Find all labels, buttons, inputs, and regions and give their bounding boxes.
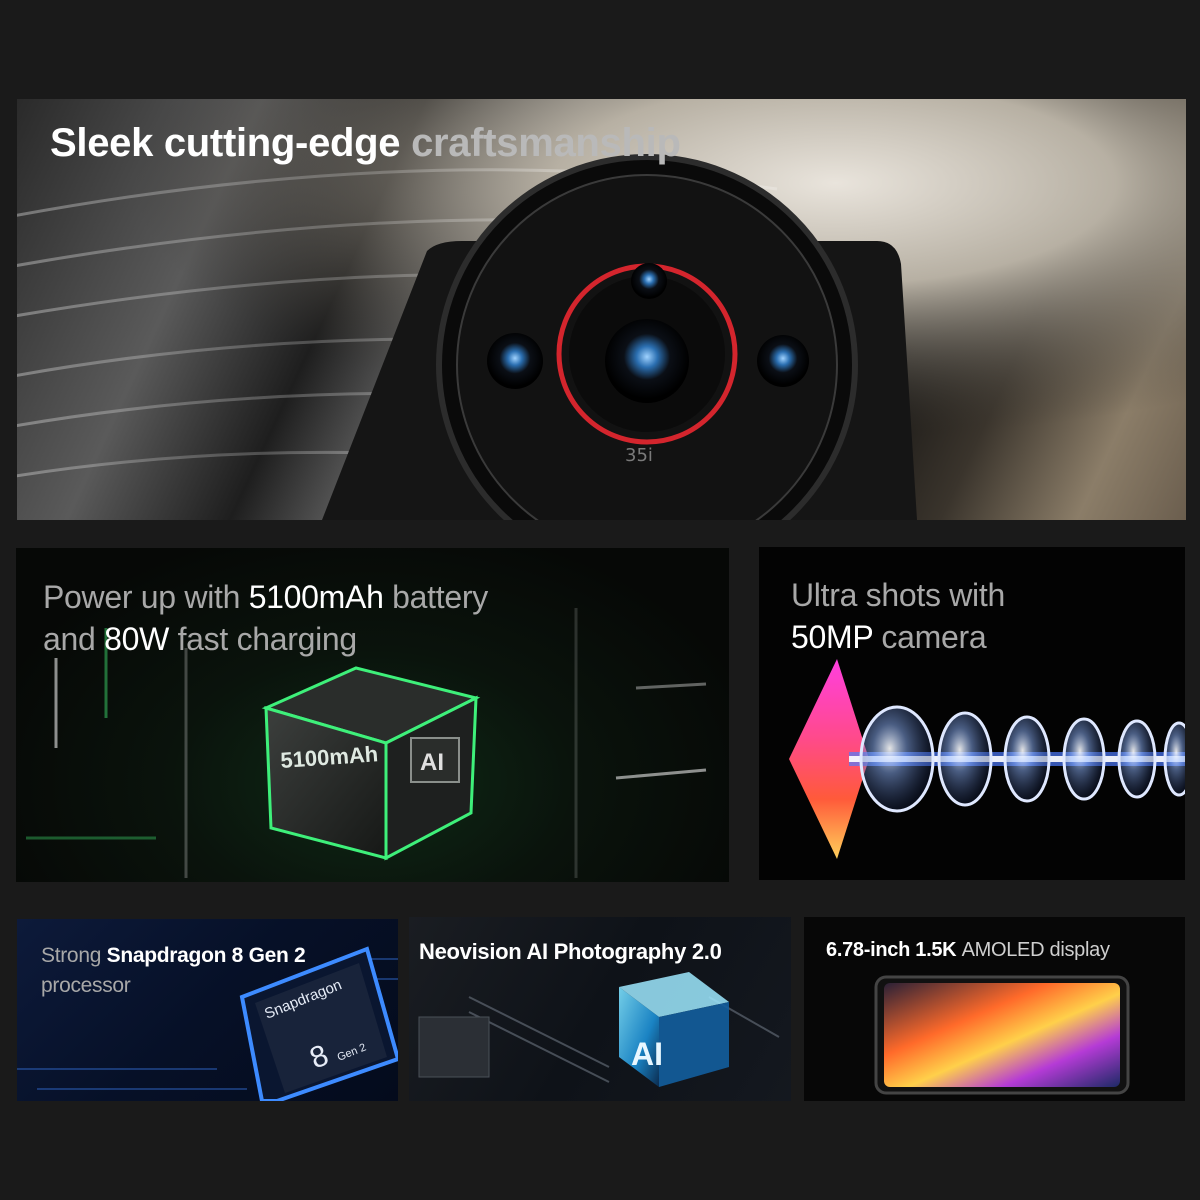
neovision-panel: AI Neovision AI Photography 2.0 [409, 917, 791, 1101]
processor-model: Snapdragon 8 Gen 2 [106, 944, 306, 967]
processor-title: Strong Snapdragon 8 Gen 2 processor [41, 941, 306, 1001]
battery-text: and [43, 621, 96, 657]
battery-capacity: 5100mAh [248, 579, 384, 615]
processor-text: processor [41, 974, 131, 997]
camera-text: camera [881, 619, 987, 655]
hero-title-dim: craftsmanship [411, 121, 681, 165]
battery-text: fast charging [177, 621, 358, 657]
battery-text: battery [392, 579, 488, 615]
hero-banner: 35i Sleek cutting-edge craftsmanship [17, 99, 1186, 520]
battery-text: Power up with [43, 579, 241, 615]
battery-panel: 5100mAh AI Power up with 5100mAh battery… [16, 548, 729, 882]
battery-chip-badge: AI [420, 749, 444, 776]
display-title: 6.78-inch 1.5K AMOLED display [826, 939, 1110, 962]
display-panel: 6.78-inch 1.5K AMOLED display [804, 917, 1185, 1101]
charging-wattage: 80W [104, 621, 169, 657]
camera-title: Ultra shots with 50MP camera [791, 574, 1005, 658]
processor-text: Strong [41, 944, 102, 967]
hero-title-bright: Sleek cutting-edge [50, 121, 401, 165]
ai-badge: AI [631, 1036, 663, 1072]
camera-panel: Ultra shots with 50MP camera [759, 547, 1185, 880]
hero-title: Sleek cutting-edge craftsmanship [50, 121, 681, 166]
battery-title: Power up with 5100mAh battery and 80W fa… [43, 576, 488, 660]
camera-megapixels: 50MP [791, 619, 873, 655]
processor-panel: Snapdragon 8 Gen 2 Strong Snapdragon 8 G… [17, 919, 398, 1101]
display-type: AMOLED display [961, 939, 1110, 961]
display-size: 6.78-inch 1.5K [826, 939, 957, 961]
camera-text: Ultra shots with [791, 577, 1005, 613]
lens-marking: 35i [625, 445, 653, 466]
neovision-title: Neovision AI Photography 2.0 [419, 939, 722, 964]
